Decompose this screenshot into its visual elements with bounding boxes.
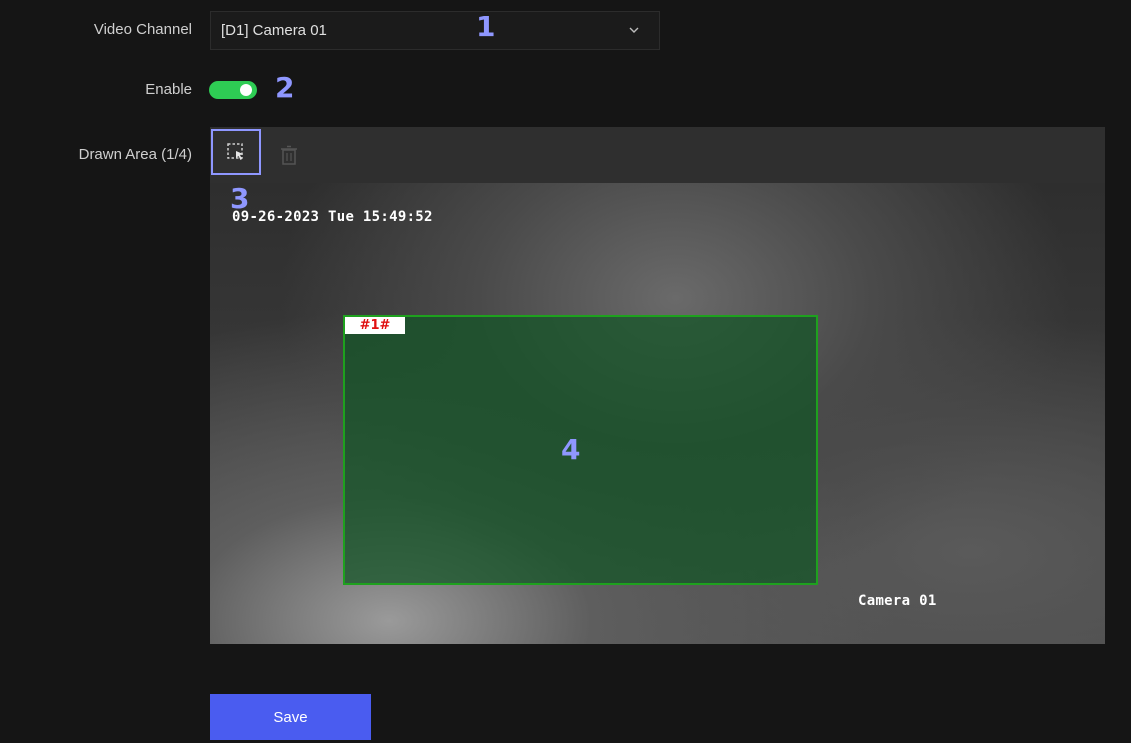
osd-timestamp: 09-26-2023 Tue 15:49:52 (232, 209, 433, 225)
area-tag: #1# (345, 317, 405, 334)
drawing-toolbar (210, 127, 1105, 183)
detection-area-settings-page: Video Channel [D1] Camera 01 1 Enable 2 … (0, 0, 1131, 743)
osd-camera-name: Camera 01 (858, 593, 937, 609)
callout-2: 2 (275, 71, 295, 104)
save-button[interactable]: Save (210, 694, 371, 740)
trash-icon[interactable] (280, 145, 298, 165)
enable-toggle[interactable] (209, 81, 257, 99)
video-channel-select[interactable]: [D1] Camera 01 (210, 11, 660, 50)
draw-area-icon (227, 143, 243, 160)
chevron-down-icon (629, 27, 639, 33)
draw-area-button[interactable] (211, 129, 261, 175)
callout-4: 4 (561, 433, 581, 466)
video-channel-value: [D1] Camera 01 (221, 22, 327, 39)
enable-label: Enable (145, 81, 192, 98)
video-preview[interactable]: 09-26-2023 Tue 15:49:52 Camera 01 #1# (210, 183, 1105, 644)
drawn-area-label: Drawn Area (1/4) (78, 146, 192, 163)
callout-3: 3 (230, 182, 250, 215)
toggle-knob (240, 84, 252, 96)
video-channel-label: Video Channel (93, 21, 192, 38)
callout-1: 1 (476, 10, 496, 43)
detection-area-1[interactable]: #1# (343, 315, 818, 585)
